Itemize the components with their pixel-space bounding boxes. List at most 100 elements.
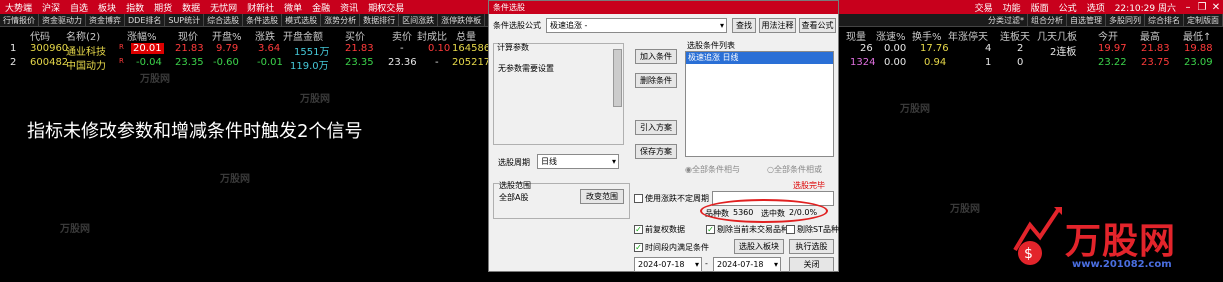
view-formula-button[interactable]: 查看公式	[799, 18, 836, 33]
restore-icon[interactable]: ❐	[1195, 2, 1209, 13]
delete-condition-button[interactable]: 删除条件	[635, 73, 677, 88]
period-value: 日线	[541, 157, 557, 166]
col-header[interactable]: 涨速%	[876, 28, 906, 43]
col-header[interactable]: 买价	[345, 28, 365, 43]
menu-item-formula[interactable]: 公式	[1054, 1, 1082, 14]
col-header[interactable]: 封成比	[417, 28, 447, 43]
date-to-input[interactable]: 2024-07-18 ▾	[713, 257, 781, 272]
menu-item-layout[interactable]: 版面	[1026, 1, 1054, 14]
menu-item[interactable]: 金融	[307, 1, 335, 14]
col-header[interactable]: 代码	[30, 28, 50, 43]
high-price: 23.75	[1141, 57, 1170, 68]
col-header[interactable]: 年涨停天	[948, 28, 988, 43]
menu-item[interactable]: 大势端	[0, 1, 37, 14]
to-block-button[interactable]: 选股入板块	[734, 239, 784, 254]
price: 21.83	[175, 43, 204, 54]
date-from-value: 2024-07-18	[638, 260, 685, 269]
close-icon[interactable]: ✕	[1209, 2, 1223, 13]
change-range-button[interactable]: 改变范围	[580, 189, 624, 204]
conditions-list[interactable]: 极速追涨 日线	[685, 51, 834, 157]
formula-select[interactable]: 极速追涨 - ▾	[546, 18, 727, 33]
menu-item[interactable]: 数据	[177, 1, 205, 14]
col-header[interactable]: 涨跌	[255, 28, 275, 43]
menu-item[interactable]: 指数	[121, 1, 149, 14]
add-condition-button[interactable]: 加入条件	[635, 49, 677, 64]
menu-item[interactable]: 沪深	[37, 1, 65, 14]
period-select[interactable]: 日线 ▾	[537, 154, 619, 169]
menu-item-function[interactable]: 功能	[998, 1, 1026, 14]
col-header[interactable]: 卖价	[392, 28, 412, 43]
save-plan-button[interactable]: 保存方案	[635, 144, 677, 159]
menu-item[interactable]: 自选	[65, 1, 93, 14]
col-header[interactable]: 开盘金额	[283, 28, 323, 43]
calc-params-label: 计算参数	[497, 43, 529, 52]
menu-item-options[interactable]: 选项	[1082, 1, 1110, 14]
toolbar-tab[interactable]: SUP统计	[165, 13, 205, 27]
col-header[interactable]: 开盘%	[212, 28, 242, 43]
logo-url: www.201082.com	[1072, 259, 1172, 270]
remove-untraded-checkbox[interactable]: ✓ 剔除当前未交易品种	[706, 224, 789, 235]
toolbar-tab[interactable]: 行情报价	[0, 13, 39, 27]
scrollbar[interactable]	[613, 49, 622, 107]
toolbar-tab[interactable]: 综合选股	[204, 13, 244, 27]
toolbar-tab[interactable]: 模式选股	[282, 13, 322, 27]
menu-item[interactable]: 资讯	[335, 1, 363, 14]
col-header[interactable]: 总量	[456, 28, 476, 43]
menu-item[interactable]: 无忧网	[205, 1, 242, 14]
prev-data-checkbox[interactable]: ✓ 前复权数据	[634, 224, 685, 235]
radio-all-and[interactable]: ◉ 全部条件相与	[685, 164, 740, 175]
year-limit-days: 4	[985, 43, 992, 54]
list-item[interactable]: 极速追涨 日线	[686, 52, 833, 64]
time-range-checkbox[interactable]: ✓ 时间段内满足条件	[634, 242, 709, 253]
menu-item[interactable]: 期权交易	[363, 1, 409, 14]
unfixed-period-checkbox[interactable]: 使用涨跌不定周期	[634, 193, 709, 204]
toolbar-tab[interactable]: 区间涨跌	[399, 13, 439, 27]
close-button[interactable]: 关闭	[789, 257, 834, 272]
col-header[interactable]: 几天几板	[1037, 28, 1077, 43]
toolbar-tab[interactable]: 涨势分析	[321, 13, 361, 27]
col-header[interactable]: 今开	[1098, 28, 1118, 43]
watermark: 万股网	[950, 204, 980, 215]
import-plan-button[interactable]: 引入方案	[635, 120, 677, 135]
col-header[interactable]: 最高	[1140, 28, 1160, 43]
find-button[interactable]: 查找	[732, 18, 756, 33]
usage-button[interactable]: 用法注释	[759, 18, 796, 33]
col-header[interactable]: 最低↑	[1183, 28, 1211, 43]
radio-all-or[interactable]: ○ 全部条件相或	[767, 164, 822, 175]
date-from-input[interactable]: 2024-07-18 ▾	[634, 257, 702, 272]
toolbar-tab[interactable]: 数据排行	[360, 13, 400, 27]
toolbar-tab[interactable]: 资金博弈	[86, 13, 125, 27]
row-index: 2	[10, 57, 17, 68]
chevron-down-icon: ▾	[694, 260, 699, 269]
annotation-text: 指标未修改参数和增减条件时触发2个信号	[27, 121, 363, 142]
toolbar-tab[interactable]: 自选管理	[1067, 14, 1106, 27]
menu-item[interactable]: 板块	[93, 1, 121, 14]
toolbar-tab[interactable]: 多股同列	[1106, 14, 1145, 27]
toolbar-tab[interactable]: 分类过滤*	[985, 14, 1028, 27]
toolbar-tab[interactable]: 资金驱动力	[39, 13, 86, 27]
col-header[interactable]: 名称(2)	[66, 28, 100, 43]
range-label: 选股范围	[499, 181, 531, 190]
toolbar-tab[interactable]: 综合排名	[1145, 14, 1184, 27]
menu-item[interactable]: 微单	[279, 1, 307, 14]
menu-item[interactable]: 财新社	[242, 1, 279, 14]
execute-button[interactable]: 执行选股	[789, 239, 834, 254]
toolbar-tab[interactable]: 条件选股	[243, 13, 283, 27]
col-header[interactable]: 现量	[846, 28, 866, 43]
menu-item-trade[interactable]: 交易	[970, 1, 998, 14]
toolbar-tab[interactable]: DDE排名	[125, 13, 166, 27]
range-value: 全部A股	[499, 193, 529, 202]
col-header[interactable]: 现价	[178, 28, 198, 43]
menu-item[interactable]: 期货	[149, 1, 177, 14]
toolbar-tab[interactable]: 涨停跌停板	[438, 13, 486, 27]
col-header[interactable]: 涨幅%	[127, 28, 157, 43]
checkbox-label: 剔除ST品种	[797, 225, 839, 234]
toolbar-tab[interactable]: 定制版面	[1184, 14, 1223, 27]
remove-st-checkbox[interactable]: 剔除ST品种	[786, 224, 839, 235]
radio-label: 全部条件相与	[691, 165, 740, 174]
minimize-icon[interactable]: –	[1181, 2, 1195, 13]
toolbar-tab[interactable]: 组合分析	[1028, 14, 1067, 27]
col-header[interactable]: 换手%	[912, 28, 942, 43]
select-done-text: 选股完毕	[793, 181, 825, 190]
col-header[interactable]: 连板天	[1000, 28, 1030, 43]
